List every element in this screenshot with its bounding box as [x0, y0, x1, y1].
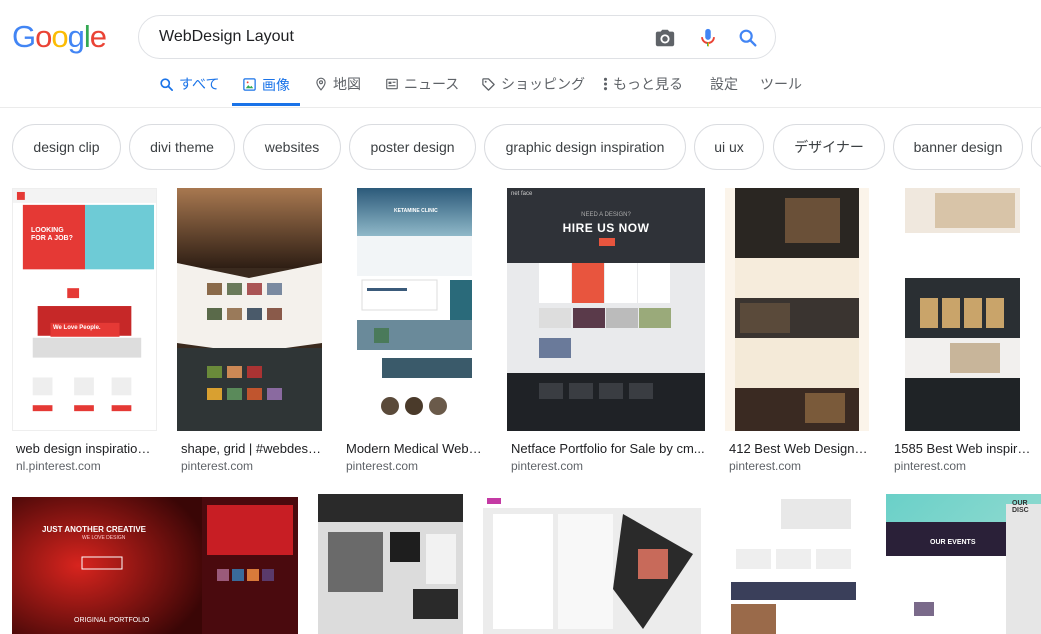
result-source: pinterest.com [729, 459, 802, 473]
news-icon [386, 78, 398, 90]
tab-maps[interactable]: 地図 [314, 66, 361, 106]
thumb-text: ORIGINAL PORTFOLIO [74, 617, 150, 624]
result-thumbnail[interactable]: JUST ANOTHER CREATIVE WE LOVE DESIGN ORI… [12, 497, 298, 634]
result-source: pinterest.com [894, 459, 967, 473]
result-thumbnail[interactable] [318, 494, 463, 634]
result-thumbnail[interactable]: LOOKING FOR A JOB? We Love People. [12, 188, 157, 431]
tab-label: もっと見る [613, 76, 683, 92]
camera-icon[interactable] [654, 27, 676, 49]
more-vert-icon [603, 77, 608, 91]
tab-all[interactable]: すべて [159, 66, 219, 106]
chip[interactable]: graphic design inspiration [484, 124, 686, 170]
result-title[interactable]: Netface Portfolio for Sale by cm... [511, 441, 707, 457]
result-thumbnail[interactable] [483, 494, 701, 634]
result-title[interactable]: 412 Best Web Design R... [729, 441, 869, 457]
chip[interactable]: websites [243, 124, 341, 170]
result-thumbnail[interactable]: net face NEED A DESIGN? HIRE US NOW [507, 188, 705, 431]
website-preview-image [12, 497, 298, 634]
search-icon [160, 77, 173, 91]
thumb-text: HIRE US NOW [562, 221, 650, 235]
chip-partial[interactable] [1031, 124, 1041, 170]
website-preview-image [13, 189, 156, 430]
result-source: nl.pinterest.com [16, 459, 101, 473]
result-thumbnail[interactable]: KETAMINE CLINIC [342, 188, 487, 431]
tab-shopping[interactable]: ショッピング [481, 66, 585, 106]
search-tabs: すべて 画像 地図 ニュース ショッピング もっと見る 設定 ツール [0, 66, 1041, 108]
thumb-text: KETAMINE CLINIC [394, 208, 438, 214]
tab-images[interactable]: 画像 [232, 66, 300, 106]
thumb-text: WE LOVE DESIGN [82, 535, 126, 541]
tab-settings[interactable]: 設定 [710, 66, 738, 106]
result-title[interactable]: 1585 Best Web inspirat... [894, 441, 1034, 457]
thumb-text: OUR DISC [1012, 500, 1029, 514]
chip[interactable]: banner design [893, 124, 1023, 170]
search-input[interactable] [159, 16, 619, 58]
thumb-text: We Love People. [53, 325, 101, 331]
website-preview-image [318, 494, 463, 634]
tab-more[interactable]: もっと見る [603, 66, 683, 106]
google-logo[interactable]: Google [12, 19, 107, 55]
microphone-icon[interactable] [697, 27, 719, 49]
tab-label: すべて [179, 76, 220, 92]
chip[interactable]: デザイナー [773, 124, 885, 170]
search-box [138, 15, 776, 59]
chip[interactable]: design clip [12, 124, 121, 170]
tab-label: 地図 [333, 76, 361, 92]
website-preview-image [483, 494, 701, 634]
chip[interactable]: divi theme [129, 124, 235, 170]
tab-tools[interactable]: ツール [760, 66, 802, 106]
map-pin-icon [316, 77, 326, 91]
result-source: pinterest.com [511, 459, 584, 473]
website-preview-image [177, 188, 322, 431]
thumb-text: NEED A DESIGN? [581, 212, 631, 218]
result-thumbnail[interactable] [890, 188, 1035, 431]
tab-label: 画像 [262, 76, 290, 93]
result-source: pinterest.com [346, 459, 419, 473]
chip[interactable]: poster design [349, 124, 476, 170]
result-thumbnail[interactable] [177, 188, 322, 431]
result-thumbnail[interactable] [725, 188, 869, 431]
tab-label: 設定 [710, 76, 738, 92]
tag-icon [482, 77, 495, 91]
thumb-text: LOOKING FOR A JOB? [31, 227, 73, 242]
tab-label: ショッピング [501, 76, 585, 92]
image-icon [243, 78, 256, 91]
result-title[interactable]: web design inspiration ... [16, 441, 156, 457]
result-title[interactable]: shape, grid | #webdesi... [181, 441, 321, 457]
website-preview-image [886, 494, 1041, 634]
result-title[interactable]: Modern Medical Websi... [346, 441, 486, 457]
tab-label: ツール [760, 76, 802, 92]
tab-news[interactable]: ニュース [385, 66, 459, 106]
thumb-text: JUST ANOTHER CREATIVE [42, 525, 147, 534]
website-preview-image [735, 188, 859, 431]
website-preview-image [731, 494, 856, 634]
result-thumbnail[interactable] [721, 494, 866, 634]
tab-label: ニュース [404, 76, 460, 92]
website-preview-image [357, 188, 472, 415]
thumb-text: OUR EVENTS [930, 539, 976, 546]
website-preview-image [905, 188, 1020, 431]
result-thumbnail[interactable]: OUR DISC OUR EVENTS [886, 494, 1041, 634]
thumb-brand: net face [511, 191, 533, 197]
chip[interactable]: ui ux [694, 124, 764, 170]
search-icon[interactable] [737, 27, 759, 49]
result-source: pinterest.com [181, 459, 254, 473]
